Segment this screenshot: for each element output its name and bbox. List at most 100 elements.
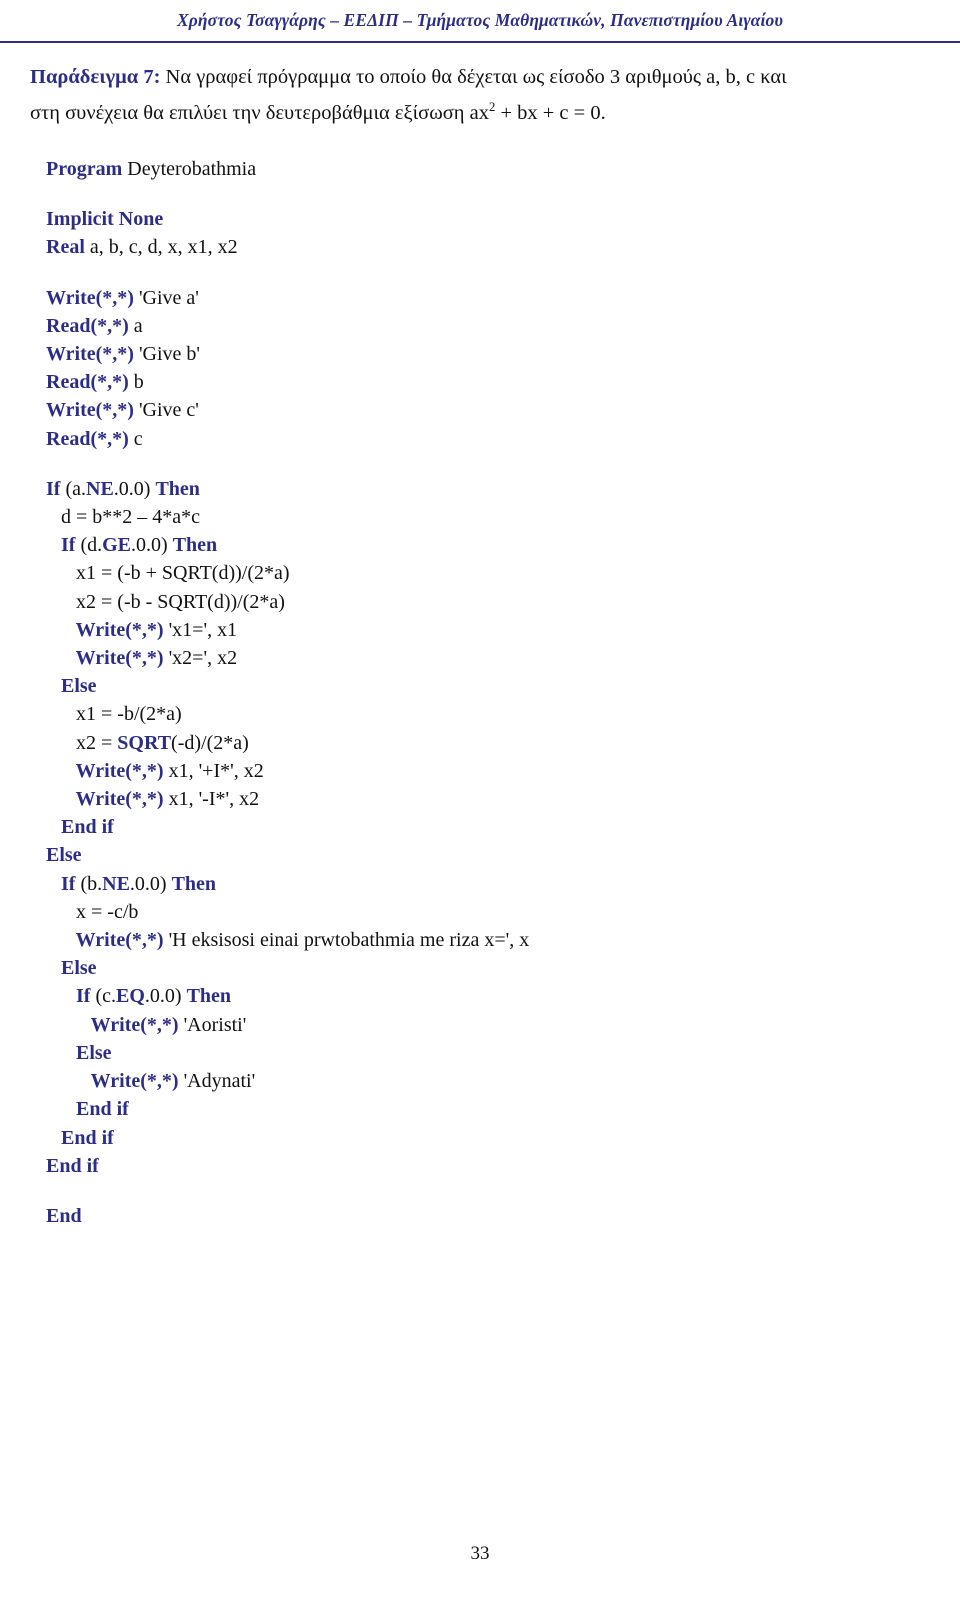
code-text: 'Adynati': [183, 1070, 256, 1093]
code-text: b: [133, 371, 144, 394]
code-text: (-d)/(2*a): [171, 731, 249, 754]
code-line: End if: [46, 1124, 926, 1152]
code-keyword: Read(*,*): [46, 427, 134, 450]
code-keyword: End if: [46, 1126, 114, 1149]
code-text: .0.0): [129, 872, 172, 895]
code-text: x2 = (-b - SQRT(d))/(2*a): [46, 590, 285, 613]
code-line: Write(*,*) 'Give c': [46, 396, 926, 424]
code-text: x = -c/b: [46, 900, 139, 923]
code-keyword: If: [46, 477, 66, 500]
code-text: a, b, c, d, x, x1, x2: [89, 236, 238, 259]
code-keyword: Then: [186, 985, 232, 1008]
code-text: a: [133, 314, 143, 337]
code-line: x2 = SQRT(-d)/(2*a): [46, 729, 926, 757]
code-line: Write(*,*) 'x2=', x2: [46, 644, 926, 672]
code-keyword: If: [46, 534, 81, 557]
code-keyword: Then: [155, 477, 200, 500]
code-keyword: SQRT: [117, 731, 172, 754]
code-line: Write(*,*) 'Adynati': [46, 1067, 926, 1095]
fortran-code-listing: Program Deyterobathmia Implicit None Real …: [46, 155, 926, 1230]
code-text: (b.: [80, 872, 103, 895]
code-text: 'x1=', x1: [168, 618, 238, 641]
code-line: Real a, b, c, d, x, x1, x2: [46, 233, 926, 261]
document-page: Χρήστος Τσαγγάρης – ΕΕΔΙΠ – Τμήματος Μαθ…: [0, 0, 960, 1610]
code-line: If (a.NE.0.0) Then: [46, 475, 926, 503]
code-line: Else: [46, 1039, 926, 1067]
code-line: Write(*,*) 'x1=', x1: [46, 616, 926, 644]
code-line: End if: [46, 1152, 926, 1180]
code-line: Write(*,*) 'Aoristi': [46, 1011, 926, 1039]
code-keyword: If: [46, 985, 96, 1008]
code-text: (c.: [95, 985, 116, 1008]
code-line: Read(*,*) a: [46, 312, 926, 340]
code-keyword: Write(*,*): [46, 399, 139, 422]
code-line: Else: [46, 841, 926, 869]
code-keyword: Write(*,*): [46, 647, 169, 670]
code-text: 'Give a': [138, 286, 199, 309]
code-keyword: Read(*,*): [46, 371, 134, 394]
code-keyword: NE: [86, 477, 114, 500]
code-keyword: Read(*,*): [46, 314, 134, 337]
code-text: c: [133, 427, 143, 450]
code-keyword: Else: [46, 675, 97, 698]
code-text: x1, '+I*', x2: [168, 759, 264, 782]
code-line: If (c.EQ.0.0) Then: [46, 982, 926, 1010]
code-line: Read(*,*) c: [46, 425, 926, 453]
code-keyword: Then: [172, 534, 218, 557]
code-keyword: Write(*,*): [46, 618, 169, 641]
code-text: .0.0): [144, 985, 187, 1008]
code-line: x1 = -b/(2*a): [46, 700, 926, 728]
code-line: Else: [46, 672, 926, 700]
code-line: Write(*,*) 'Give b': [46, 340, 926, 368]
code-keyword: Program: [46, 158, 128, 180]
code-text: (a.: [65, 477, 86, 500]
code-keyword: Else: [46, 844, 82, 867]
code-text: 'Give b': [138, 343, 201, 366]
code-keyword: Write(*,*): [46, 788, 169, 811]
code-line: Implicit None: [46, 205, 926, 233]
code-text: .0.0): [113, 477, 156, 500]
header-divider: [0, 41, 960, 43]
code-line: x2 = (-b - SQRT(d))/(2*a): [46, 588, 926, 616]
code-text: 'Give c': [138, 399, 199, 422]
code-keyword: Real: [46, 236, 90, 259]
code-line: End if: [46, 813, 926, 841]
code-text: x2 =: [46, 731, 118, 754]
code-text: x1 = -b/(2*a): [46, 703, 182, 726]
code-line: Program Deyterobathmia: [46, 155, 926, 183]
code-keyword: Write(*,*): [46, 286, 139, 309]
code-keyword: Then: [171, 872, 217, 895]
code-line: Write(*,*) x1, '+I*', x2: [46, 757, 926, 785]
code-line: End if: [46, 1095, 926, 1123]
code-keyword: Write(*,*): [46, 759, 169, 782]
exercise-line2-b: + bx + c = 0.: [495, 101, 606, 124]
code-line: Write(*,*) 'Give a': [46, 284, 926, 312]
exercise-line1: Να γραφεί πρόγραμμα το οποίο θα δέχεται …: [160, 66, 787, 88]
code-text: Deyterobathmia: [127, 158, 257, 180]
code-keyword: Write(*,*): [46, 1013, 184, 1036]
code-keyword: Else: [46, 957, 97, 980]
code-text: d = b**2 – 4*a*c: [46, 506, 201, 529]
code-line: Write(*,*) 'H eksisosi einai prwtobathmi…: [46, 926, 926, 954]
code-line: If (b.NE.0.0) Then: [46, 870, 926, 898]
code-keyword: End if: [46, 1154, 99, 1177]
code-text: 'Aoristi': [183, 1013, 247, 1036]
page-header: Χρήστος Τσαγγάρης – ΕΕΔΙΠ – Τμήματος Μαθ…: [177, 10, 783, 30]
exercise-label: Παράδειγμα 7:: [30, 66, 161, 88]
code-line: If (d.GE.0.0) Then: [46, 531, 926, 559]
code-keyword: GE: [102, 534, 132, 557]
code-text: 'H eksisosi einai prwtobathmia me riza x…: [168, 929, 530, 952]
code-text: (d.: [80, 534, 103, 557]
code-keyword: Write(*,*): [46, 1070, 184, 1093]
code-keyword: Write(*,*): [46, 343, 139, 366]
code-keyword: NE: [102, 872, 130, 895]
code-text: x1 = (-b + SQRT(d))/(2*a): [46, 562, 290, 585]
code-line: d = b**2 – 4*a*c: [46, 503, 926, 531]
code-line: Else: [46, 954, 926, 982]
code-keyword: End: [46, 1204, 82, 1227]
code-keyword: Implicit None: [46, 208, 164, 231]
code-line: x1 = (-b + SQRT(d))/(2*a): [46, 559, 926, 587]
code-line: End: [46, 1202, 926, 1230]
